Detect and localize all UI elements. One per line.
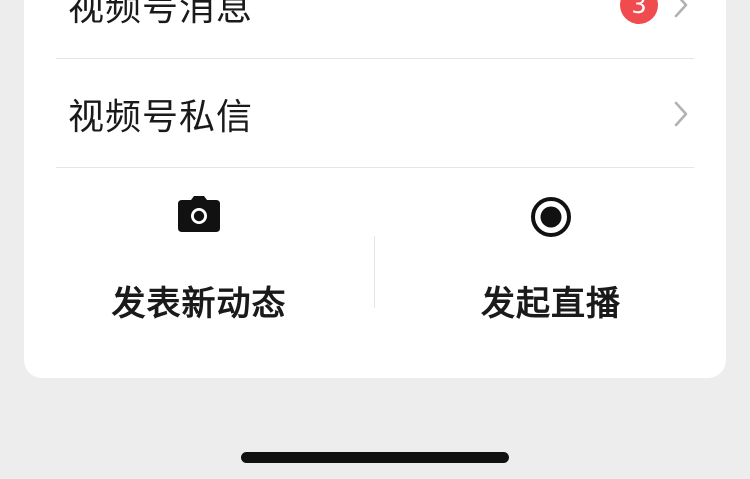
chevron-right-icon: [674, 101, 688, 126]
channels-private-messages-row[interactable]: 视频号私信: [56, 60, 694, 168]
channels-private-messages-label: 视频号私信: [68, 96, 254, 138]
channels-menu-card: 视频号消息 3 视频号私信 发表新动态 发起直播: [24, 0, 726, 378]
live-record-icon: [531, 197, 571, 237]
start-live-label: 发起直播: [481, 284, 621, 324]
home-indicator[interactable]: [241, 452, 509, 463]
channels-messages-label: 视频号消息: [68, 0, 254, 29]
channels-messages-row[interactable]: 视频号消息 3: [56, 0, 694, 59]
actions-divider: [374, 236, 375, 308]
chevron-right-icon: [674, 0, 688, 17]
unread-count-badge: 3: [620, 0, 658, 24]
post-new-moment-label: 发表新动态: [111, 284, 287, 324]
post-new-moment-button[interactable]: 发表新动态: [24, 192, 374, 324]
camera-icon: [178, 196, 220, 232]
start-live-button[interactable]: 发起直播: [376, 192, 726, 324]
